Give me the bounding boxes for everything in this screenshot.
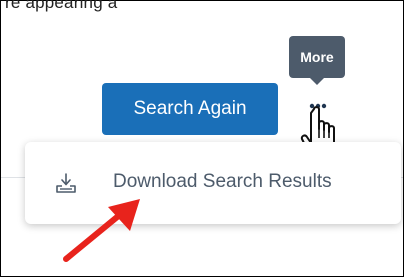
more-tooltip: More	[289, 36, 345, 85]
menu-item-label: Download Search Results	[113, 171, 332, 192]
more-tooltip-label: More	[300, 49, 334, 65]
annotation-arrow-icon	[63, 199, 140, 262]
partial-text-top: re appearing a	[5, 0, 118, 12]
search-again-button[interactable]: Search Again	[102, 83, 278, 135]
screenshot-frame: re appearing a Search Again More Downloa…	[0, 0, 404, 277]
